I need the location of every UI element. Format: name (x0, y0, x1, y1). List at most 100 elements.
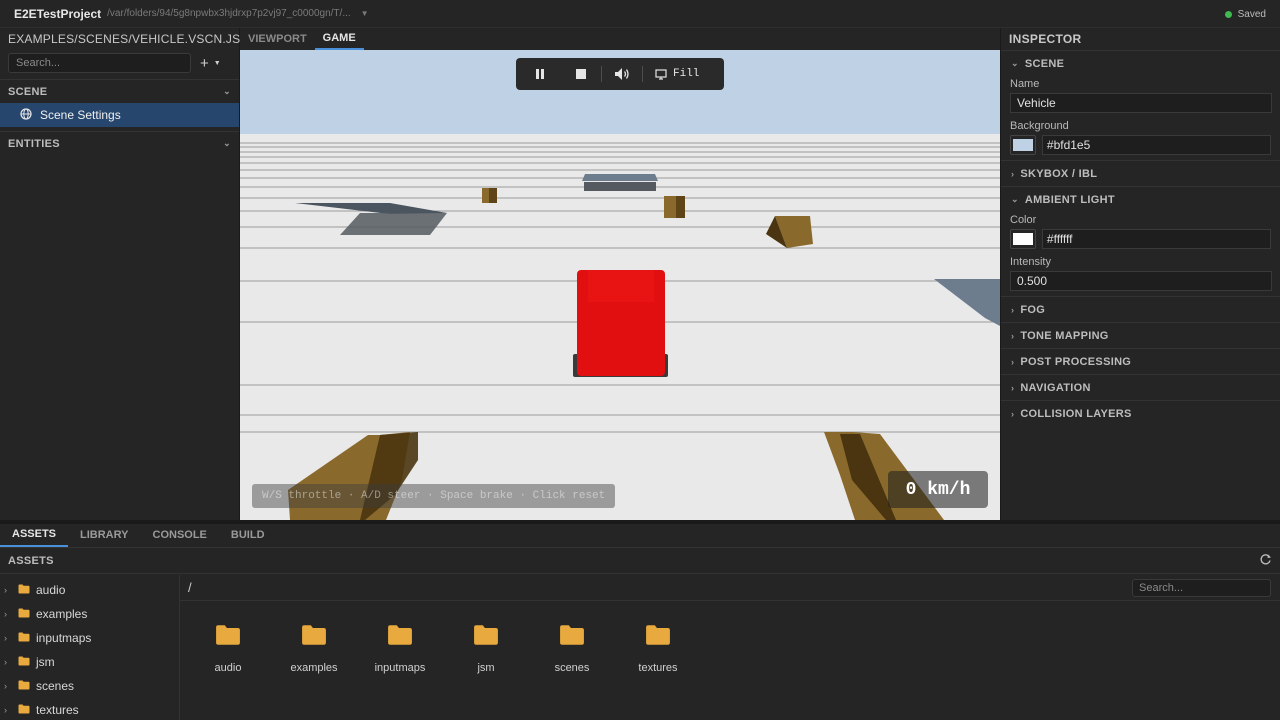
folder-icon (18, 631, 30, 645)
name-field[interactable]: Vehicle (1010, 93, 1272, 113)
chevron-right-icon[interactable]: › (4, 681, 12, 691)
background-color-swatch[interactable] (1010, 135, 1036, 155)
chevron-right-icon: › (1011, 356, 1015, 367)
chevron-right-icon[interactable]: › (4, 609, 12, 619)
tree-item-examples[interactable]: › examples (0, 602, 179, 626)
scene-section-header[interactable]: SCENE ⌄ (0, 79, 239, 103)
assets-header-label: ASSETS (8, 554, 54, 567)
tree-item-jsm[interactable]: › jsm (0, 650, 179, 674)
collision-layers-section-header[interactable]: › COLLISION LAYERS (1001, 400, 1280, 426)
grid-item-inputmaps[interactable]: inputmaps (357, 621, 443, 674)
tab-game[interactable]: GAME (314, 28, 364, 50)
tab-console[interactable]: CONSOLE (141, 523, 219, 547)
bottom-tabs: ASSETS LIBRARY CONSOLE BUILD (0, 524, 1280, 548)
tab-library[interactable]: LIBRARY (68, 523, 140, 547)
chevron-right-icon[interactable]: › (4, 705, 12, 715)
folder-icon (473, 621, 499, 649)
chevron-right-icon: › (1011, 382, 1015, 393)
tree-item-scenes[interactable]: › scenes (0, 674, 179, 698)
chevron-down-icon: ▼ (213, 59, 221, 67)
asset-grid: audio examples inputmaps jsm scenes textures (180, 601, 1280, 674)
background-color-field[interactable]: #bfd1e5 (1041, 135, 1271, 155)
plus-icon: + (200, 54, 209, 72)
assets-header: ASSETS (0, 548, 1280, 574)
grid-item-audio[interactable]: audio (185, 621, 271, 674)
section-label: AMBIENT LIGHT (1024, 193, 1115, 206)
tab-build[interactable]: BUILD (219, 523, 277, 547)
tree-item-scene-settings[interactable]: Scene Settings (0, 103, 239, 127)
chevron-right-icon: › (1011, 304, 1015, 315)
current-path[interactable]: / (188, 580, 192, 595)
stop-button[interactable] (565, 62, 597, 86)
grid-item-label: jsm (477, 662, 495, 674)
grid-item-examples[interactable]: examples (271, 621, 357, 674)
ambient-color-field[interactable]: #ffffff (1041, 229, 1271, 249)
scene-settings-label: Scene Settings (40, 108, 121, 122)
title-bar: E2ETestProject /var/folders/94/5g8npwbx3… (0, 0, 1280, 28)
entities-section-header[interactable]: ENTITIES ⌄ (0, 131, 239, 155)
tone-mapping-section-header[interactable]: › TONE MAPPING (1001, 322, 1280, 348)
swatch-fill (1012, 139, 1033, 151)
bottom-panel: ASSETS LIBRARY CONSOLE BUILD ASSETS › aud… (0, 520, 1280, 720)
hierarchy-search-input[interactable] (8, 53, 191, 73)
section-label: NAVIGATION (1020, 381, 1091, 394)
ramp-center (582, 174, 658, 191)
save-status-label: Saved (1237, 8, 1266, 20)
grid-item-label: examples (290, 662, 338, 674)
ambient-color-swatch[interactable] (1010, 229, 1036, 249)
scene-section-header[interactable]: ⌄ SCENE (1001, 50, 1280, 76)
game-viewport[interactable]: Fill W/S throttle · A/D steer · Space br… (240, 50, 1000, 520)
scene-section-label: SCENE (8, 85, 48, 98)
grid-item-jsm[interactable]: jsm (443, 621, 529, 674)
tree-item-textures[interactable]: › textures (0, 698, 179, 720)
tree-item-label: jsm (36, 655, 55, 669)
chevron-down-icon: ⌄ (1011, 194, 1019, 204)
grid-item-label: scenes (554, 662, 590, 674)
game-render[interactable] (240, 50, 1000, 520)
chevron-down-icon[interactable]: ▼ (361, 9, 369, 18)
chevron-right-icon[interactable]: › (4, 633, 12, 643)
skybox-section-header[interactable]: › SKYBOX / IBL (1001, 160, 1280, 186)
volume-button[interactable] (606, 62, 638, 86)
chevron-right-icon[interactable]: › (4, 657, 12, 667)
folder-icon (387, 621, 413, 649)
section-label: SKYBOX / IBL (1020, 167, 1098, 180)
tree-item-label: examples (36, 607, 88, 621)
tab-viewport[interactable]: VIEWPORT (240, 28, 315, 50)
folder-icon (18, 607, 30, 621)
intensity-field[interactable]: 0.500 (1010, 271, 1272, 291)
chevron-right-icon[interactable]: › (4, 585, 12, 595)
grid-item-scenes[interactable]: scenes (529, 621, 615, 674)
grid-item-label: inputmaps (374, 662, 426, 674)
project-path[interactable]: /var/folders/94/5g8npwbx3hjdrxp7p2vj97_c… (107, 8, 351, 19)
view-tabs: VIEWPORT GAME (240, 28, 1000, 50)
folder-icon (18, 583, 30, 597)
folder-icon (559, 621, 585, 649)
ambient-light-section-header[interactable]: ⌄ AMBIENT LIGHT (1001, 186, 1280, 212)
crate-mid (664, 196, 685, 218)
name-label: Name (1010, 78, 1040, 90)
fog-section-header[interactable]: › FOG (1001, 296, 1280, 322)
tree-item-inputmaps[interactable]: › inputmaps (0, 626, 179, 650)
add-entity-button[interactable]: + ▼ (197, 56, 221, 71)
grid-item-label: textures (638, 662, 678, 674)
globe-icon (20, 107, 32, 123)
refresh-icon[interactable] (1259, 553, 1272, 569)
chevron-right-icon: › (1011, 408, 1015, 419)
asset-search-input[interactable] (1132, 579, 1271, 597)
grid-item-textures[interactable]: textures (615, 621, 701, 674)
chevron-right-icon: › (1011, 168, 1015, 179)
navigation-section-header[interactable]: › NAVIGATION (1001, 374, 1280, 400)
folder-icon (645, 621, 671, 649)
inspector-panel: INSPECTOR ⌄ SCENE Name Vehicle Backgroun… (1000, 28, 1280, 520)
asset-tree: › audio › examples › inputmaps › jsm › scenes › tex… (0, 575, 180, 720)
pause-button[interactable] (524, 62, 556, 86)
section-label: SCENE (1024, 57, 1065, 70)
crate-far (482, 188, 497, 203)
post-processing-section-header[interactable]: › POST PROCESSING (1001, 348, 1280, 374)
volume-icon (615, 68, 629, 80)
folder-icon (18, 703, 30, 717)
tree-item-audio[interactable]: › audio (0, 578, 179, 602)
fill-mode-button[interactable]: Fill (647, 62, 707, 86)
tab-assets[interactable]: ASSETS (0, 523, 69, 547)
